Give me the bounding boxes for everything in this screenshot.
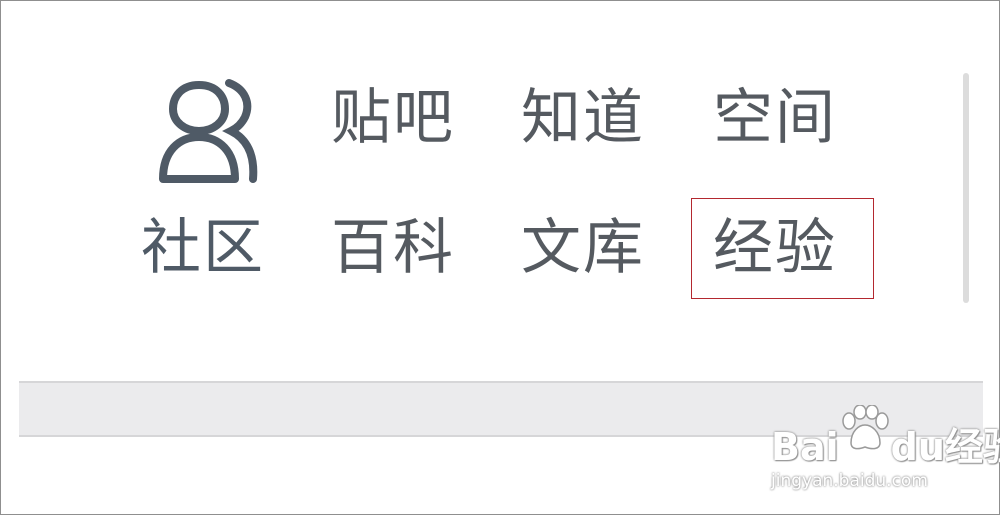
watermark-url: jingyan.baidu.com	[771, 471, 928, 491]
baidu-jingyan-watermark: Bai du经验 jingyan.baidu.com	[771, 405, 1000, 501]
nav-link-baike[interactable]: 百科	[331, 213, 455, 283]
nav-link-zhidao[interactable]: 知道	[521, 83, 645, 153]
community-label: 社区	[141, 213, 265, 283]
watermark-logo-mid: du	[890, 425, 945, 469]
screenshot-frame: 社区 贴吧 知道 空间 百科 文库 经验 Bai du经验 jingyan.bai…	[0, 0, 1000, 515]
nav-link-tieba[interactable]: 贴吧	[331, 83, 455, 153]
watermark-logo: Bai du经验	[771, 425, 1000, 469]
watermark-logo-prefix: Bai	[771, 425, 839, 469]
vertical-divider	[963, 73, 969, 303]
nav-link-kongjian[interactable]: 空间	[713, 83, 837, 153]
watermark-logo-suffix: 经验	[944, 425, 1000, 469]
users-icon	[159, 79, 258, 183]
nav-link-wenku[interactable]: 文库	[521, 213, 645, 283]
community-entry[interactable]: 社区	[141, 73, 273, 283]
highlight-box	[691, 198, 874, 299]
